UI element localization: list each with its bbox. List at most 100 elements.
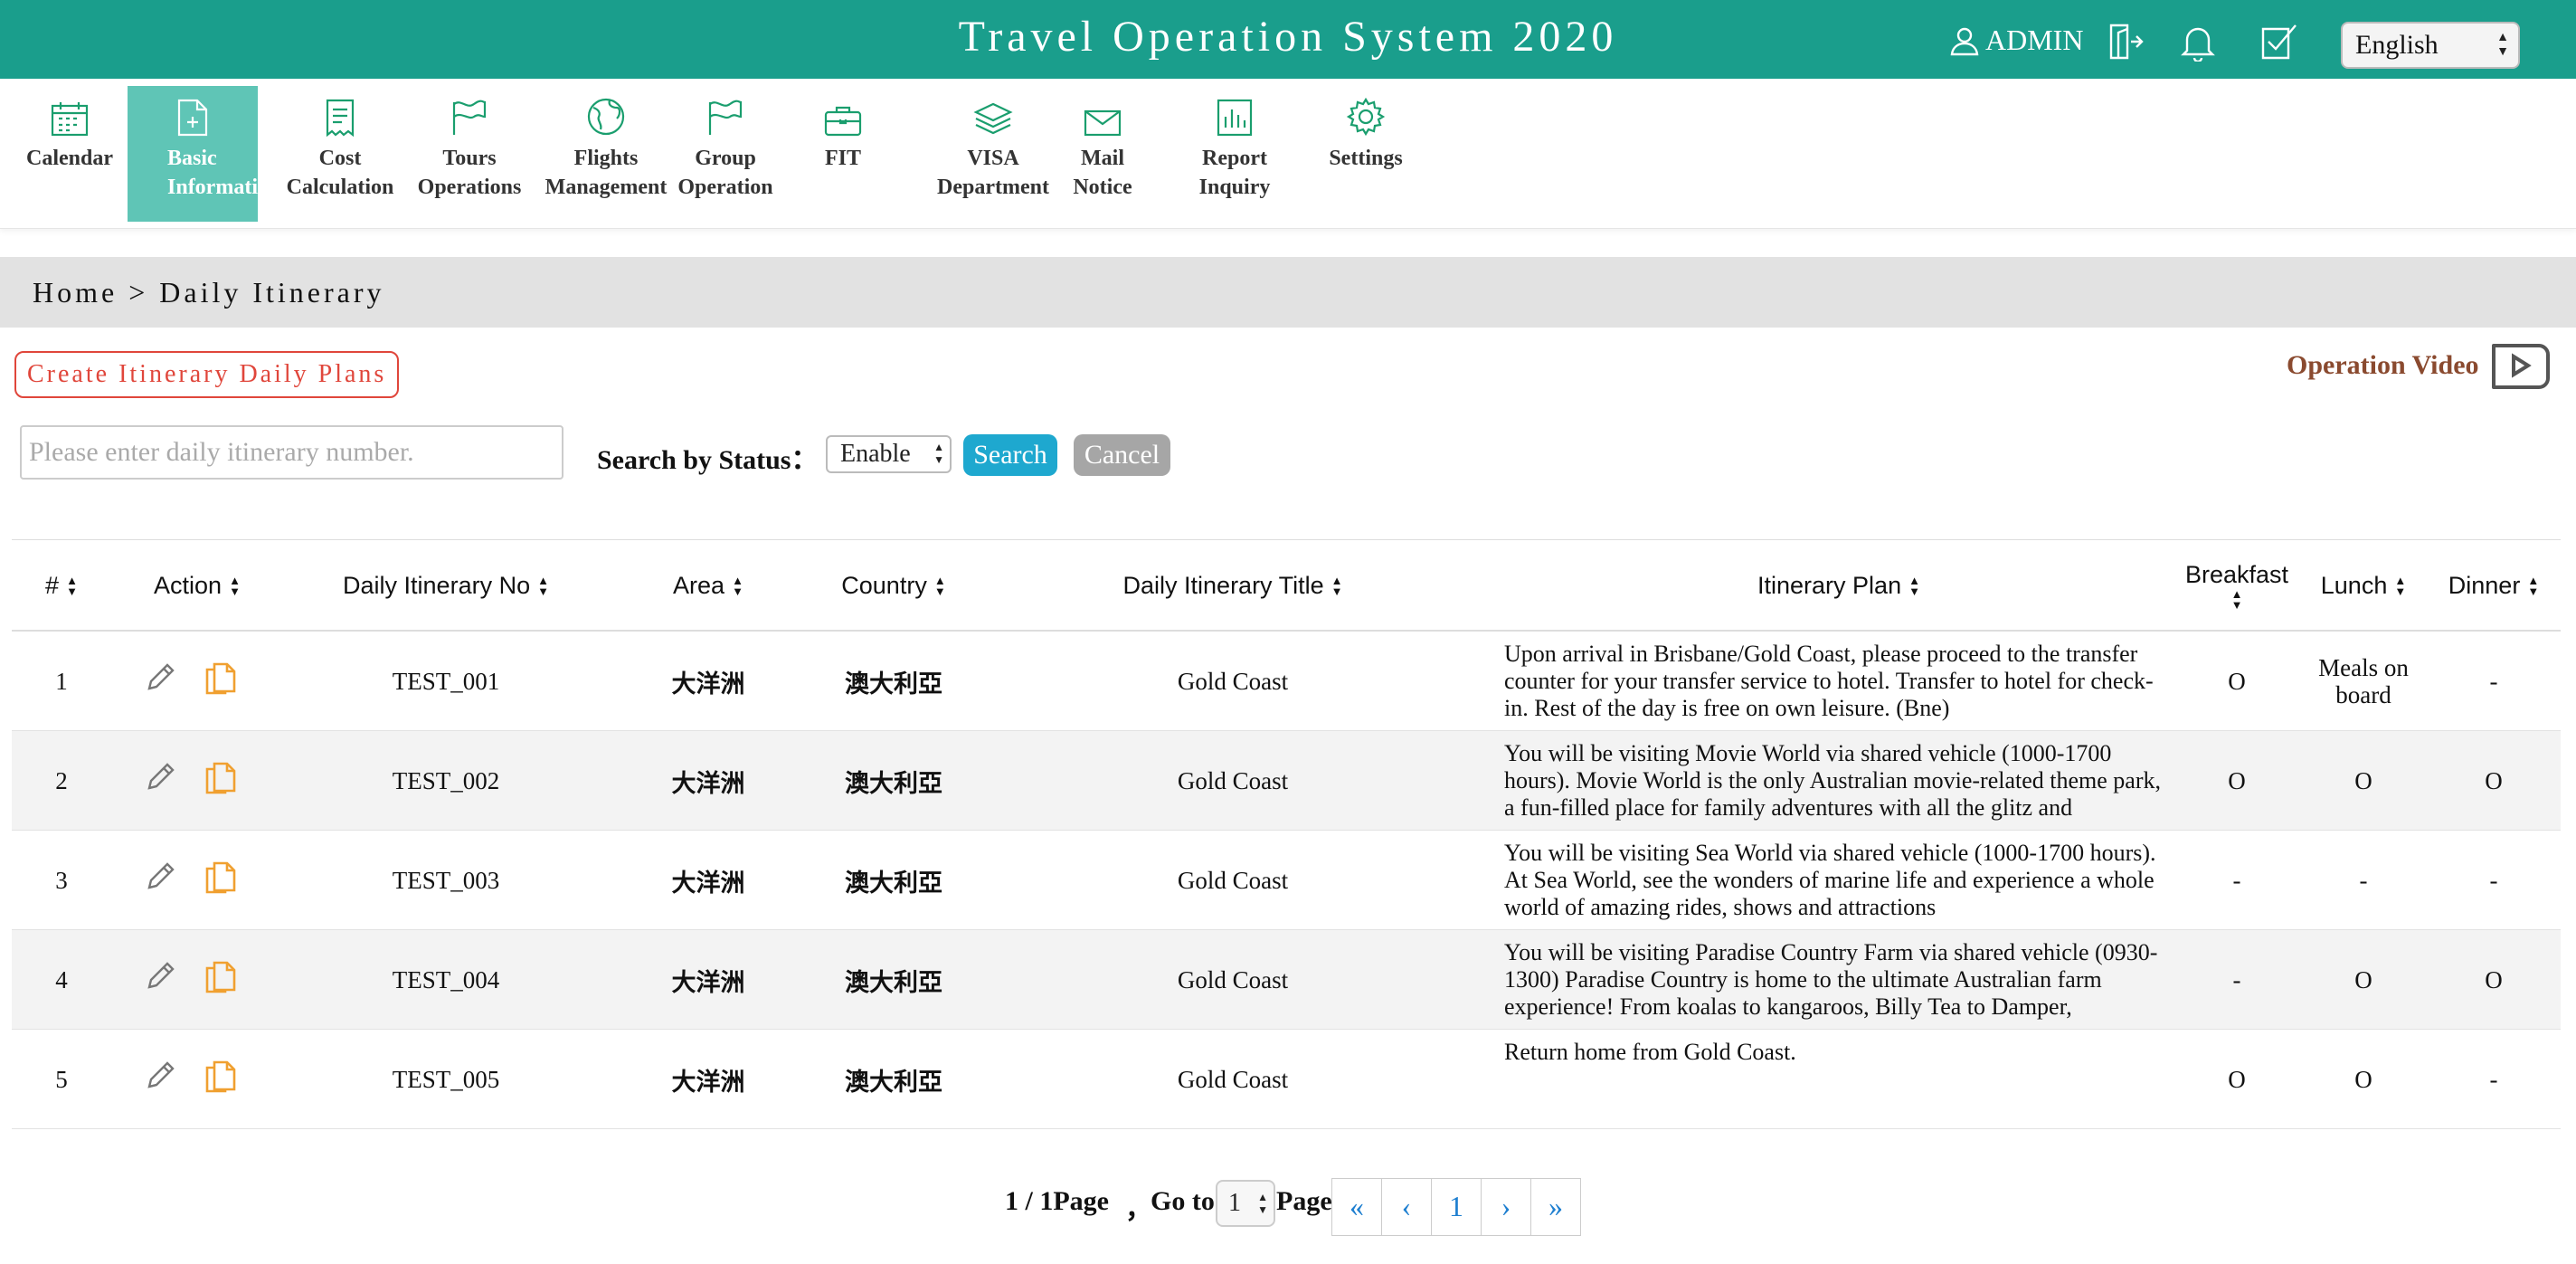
edit-pencil-icon[interactable]: [144, 860, 176, 893]
table-row: 4 TEST_004 大洋洲 澳大利亞 Gold Coast You will …: [12, 930, 2561, 1030]
prev-page-button[interactable]: ‹: [1381, 1178, 1432, 1236]
operation-video-link[interactable]: Operation Video: [2287, 342, 2553, 389]
col-label: Action: [154, 572, 223, 599]
table-header: # ▲ ▼ Action ▲ ▼ Daily Itinerary No ▲ ▼ Area ▲ ▼…: [12, 540, 2561, 632]
nav-cost-calculation[interactable]: Cost Calculation: [279, 86, 402, 222]
current-page-button[interactable]: 1: [1431, 1178, 1482, 1236]
cell-lunch: -: [2359, 867, 2368, 894]
cell-dinner: -: [2489, 867, 2498, 894]
col-label: Breakfast: [2184, 561, 2289, 588]
col-label: Lunch: [2320, 572, 2388, 599]
itinerary-number-search-input[interactable]: Please enter daily itinerary number.: [20, 425, 564, 480]
cell-title: Gold Coast: [1177, 866, 1289, 894]
page-number-select[interactable]: 1 ▲ ▼: [1216, 1180, 1275, 1227]
nav-settings[interactable]: Settings: [1319, 86, 1413, 222]
sort-icon: ▲ ▼: [537, 573, 549, 598]
next-page-button[interactable]: ›: [1481, 1178, 1531, 1236]
cell-breakfast: -: [2232, 966, 2241, 993]
col-header-itinerary-no[interactable]: Daily Itinerary No ▲ ▼: [301, 540, 591, 632]
edit-pencil-icon[interactable]: [144, 661, 176, 694]
layers-icon: [932, 86, 1055, 137]
status-select[interactable]: Enable ▲ ▼: [826, 435, 952, 473]
flag-icon: [412, 86, 527, 137]
cell-title: Gold Coast: [1177, 1065, 1289, 1093]
nav-report-inquiry[interactable]: Report Inquiry: [1192, 86, 1277, 222]
col-label: Area: [673, 572, 725, 599]
sort-icon: ▲ ▼: [2394, 573, 2407, 598]
nav-visa-department[interactable]: VISA Department: [932, 86, 1055, 222]
col-label: Country: [841, 572, 927, 599]
table-row: 5 TEST_005 大洋洲 澳大利亞 Gold Coast Return ho…: [12, 1030, 2561, 1129]
cell-itinerary-no: TEST_004: [392, 965, 500, 993]
col-label: Itinerary Plan: [1757, 572, 1902, 599]
cell-itinerary-plan: You will be visiting Movie World via sha…: [1504, 740, 2161, 821]
table-body: 1 TEST_001 大洋洲 澳大利亞 Gold Coast Upon arri…: [12, 632, 2561, 1129]
page-summary: 1 / 1Page: [1005, 1186, 1109, 1216]
cell-breakfast: O: [2228, 767, 2246, 794]
cell-country: 澳大利亞: [845, 869, 942, 898]
nav-calendar[interactable]: Calendar: [20, 86, 119, 222]
bar-chart-icon: [1192, 86, 1277, 137]
copy-document-icon[interactable]: [202, 659, 240, 697]
col-header-action[interactable]: Action ▲ ▼: [129, 540, 265, 632]
cell-itinerary-no: TEST_002: [392, 766, 500, 794]
nav-label: Mail Notice: [1073, 147, 1132, 199]
cell-country: 澳大利亞: [845, 769, 942, 798]
search-button[interactable]: Search: [963, 434, 1057, 476]
cancel-button[interactable]: Cancel: [1074, 434, 1170, 476]
col-header-country[interactable]: Country ▲ ▼: [808, 540, 980, 632]
gear-icon: [1319, 86, 1413, 137]
goto-label: Go to: [1151, 1186, 1215, 1216]
nav-basic-information[interactable]: Basic Information: [128, 86, 258, 222]
last-page-button[interactable]: »: [1530, 1178, 1581, 1236]
cell-itinerary-no: TEST_003: [392, 866, 500, 894]
edit-pencil-icon[interactable]: [144, 761, 176, 794]
col-header-dinner[interactable]: Dinner ▲ ▼: [2427, 540, 2561, 632]
table-row: 2 TEST_002 大洋洲 澳大利亞 Gold Coast You will …: [12, 731, 2561, 831]
col-label: #: [45, 572, 60, 599]
language-select[interactable]: English ▲ ▼: [2341, 22, 2520, 69]
copy-document-icon[interactable]: [202, 957, 240, 995]
edit-pencil-icon[interactable]: [144, 960, 176, 993]
cell-country: 澳大利亞: [845, 1068, 942, 1097]
copy-document-icon[interactable]: [202, 1057, 240, 1095]
select-arrows-icon: ▲ ▼: [933, 441, 944, 466]
nav-label: Flights Management: [545, 147, 668, 199]
col-header-plan[interactable]: Itinerary Plan ▲ ▼: [1504, 540, 2174, 632]
copy-document-icon[interactable]: [202, 758, 240, 796]
nav-tours-operations[interactable]: Tours Operations: [412, 86, 527, 222]
video-play-icon: [2491, 344, 2550, 389]
first-page-button[interactable]: «: [1331, 1178, 1382, 1236]
nav-fit[interactable]: FIT: [807, 86, 879, 222]
nav-group-operation[interactable]: Group Operation: [669, 86, 781, 222]
logout-icon[interactable]: [2107, 22, 2144, 62]
col-header-breakfast[interactable]: Breakfast ▲ ▼: [2174, 540, 2300, 632]
cell-number: 1: [55, 667, 68, 695]
cell-dinner: -: [2489, 1066, 2498, 1093]
main-nav: Calendar Basic Information Cost Calculat…: [0, 79, 2576, 229]
edit-pencil-icon[interactable]: [144, 1060, 176, 1092]
nav-flights-management[interactable]: Flights Management: [543, 86, 669, 222]
create-itinerary-button[interactable]: Create Itinerary Daily Plans: [14, 351, 400, 398]
language-value: English: [2355, 30, 2439, 60]
nav-label: Settings: [1329, 147, 1403, 170]
cell-number: 3: [55, 866, 68, 894]
sort-icon: ▲ ▼: [1331, 573, 1343, 598]
status-value: Enable: [840, 440, 911, 468]
table-row: 1 TEST_001 大洋洲 澳大利亞 Gold Coast Upon arri…: [12, 632, 2561, 731]
user-menu[interactable]: ADMIN: [1949, 24, 2083, 57]
copy-document-icon[interactable]: [202, 858, 240, 896]
col-header-number[interactable]: # ▲ ▼: [30, 540, 93, 632]
bell-icon[interactable]: [2180, 22, 2216, 62]
page-word: Page: [1276, 1186, 1332, 1216]
cell-title: Gold Coast: [1177, 766, 1289, 794]
select-arrows-icon: ▲ ▼: [1257, 1191, 1268, 1216]
sort-icon: ▲ ▼: [2230, 587, 2243, 612]
cell-dinner: O: [2485, 767, 2503, 794]
col-header-title[interactable]: Daily Itinerary Title ▲ ▼: [1043, 540, 1423, 632]
nav-mail-notice[interactable]: Mail Notice: [1073, 86, 1132, 222]
checklist-icon[interactable]: [2259, 22, 2299, 62]
col-header-area[interactable]: Area ▲ ▼: [636, 540, 781, 632]
nav-label: Group Operation: [677, 147, 773, 199]
col-header-lunch[interactable]: Lunch ▲ ▼: [2300, 540, 2427, 632]
